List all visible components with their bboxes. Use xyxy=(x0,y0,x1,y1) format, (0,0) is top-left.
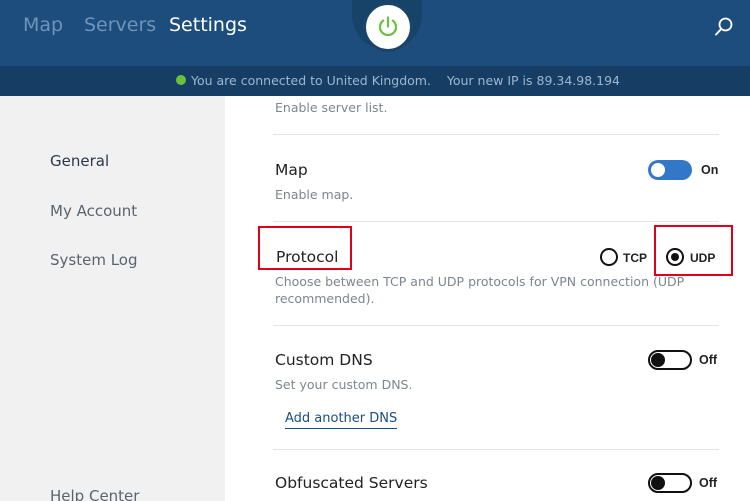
protocol-title-highlight xyxy=(258,226,352,270)
tab-map[interactable]: Map xyxy=(23,14,63,36)
obfuscated-servers-toggle-state: Off xyxy=(699,476,718,490)
sidebar-item-help-center[interactable]: Help Center xyxy=(50,487,139,501)
server-list-desc: Enable server list. xyxy=(275,100,388,115)
ip-text: Your new IP is 89.34.98.194 xyxy=(446,73,620,88)
power-button[interactable] xyxy=(363,2,413,52)
sidebar xyxy=(0,96,225,501)
custom-dns-toggle[interactable] xyxy=(648,350,692,370)
divider xyxy=(273,449,719,450)
map-setting-title: Map xyxy=(275,161,308,179)
divider xyxy=(273,134,719,135)
obfuscated-servers-title: Obfuscated Servers xyxy=(275,474,428,492)
map-toggle-state: On xyxy=(701,163,719,177)
power-icon xyxy=(378,16,398,37)
sidebar-item-general[interactable]: General xyxy=(50,152,109,170)
obfuscated-servers-toggle[interactable] xyxy=(648,473,692,493)
map-setting-desc: Enable map. xyxy=(275,187,354,202)
toggle-knob xyxy=(651,353,665,367)
connection-status-text: You are connected to United Kingdom. You… xyxy=(191,73,620,88)
status-dot-icon xyxy=(176,75,186,85)
map-toggle[interactable] xyxy=(648,160,692,180)
divider xyxy=(273,221,719,222)
add-another-dns-link[interactable]: Add another DNS xyxy=(285,411,398,429)
toggle-knob xyxy=(651,476,665,490)
sidebar-item-system-log[interactable]: System Log xyxy=(50,251,138,269)
tab-servers[interactable]: Servers xyxy=(84,14,156,36)
tcp-radio[interactable] xyxy=(600,248,618,266)
custom-dns-desc: Set your custom DNS. xyxy=(275,377,413,392)
search-icon[interactable] xyxy=(713,16,735,38)
udp-option-highlight xyxy=(654,225,733,276)
sidebar-item-my-account[interactable]: My Account xyxy=(50,202,137,220)
toggle-knob xyxy=(651,163,665,177)
custom-dns-toggle-state: Off xyxy=(699,353,718,367)
tcp-radio-label: TCP xyxy=(623,251,647,265)
protocol-desc-line2: recommended). xyxy=(275,291,375,306)
connected-text: You are connected to United Kingdom. xyxy=(191,73,431,88)
custom-dns-title: Custom DNS xyxy=(275,351,373,369)
protocol-desc-line1: Choose between TCP and UDP protocols for… xyxy=(275,274,685,289)
divider xyxy=(273,325,719,326)
tab-settings[interactable]: Settings xyxy=(169,14,247,36)
